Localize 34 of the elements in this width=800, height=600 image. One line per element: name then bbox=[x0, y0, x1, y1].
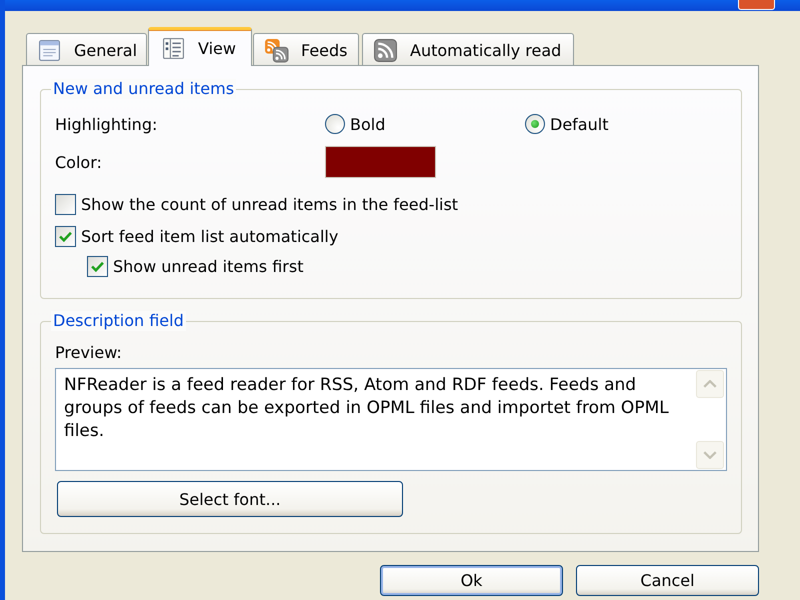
dialog-button[interactable]: Ok bbox=[380, 565, 563, 596]
select-font-button[interactable]: Select font... bbox=[57, 481, 403, 517]
checkmark-icon bbox=[59, 230, 72, 242]
radio-label[interactable]: Bold bbox=[350, 114, 386, 134]
close-button[interactable] bbox=[738, 0, 775, 10]
checkbox[interactable] bbox=[87, 256, 108, 276]
chevron-down-icon bbox=[703, 451, 717, 459]
window-icon bbox=[37, 38, 62, 63]
tab[interactable]: Feeds bbox=[253, 33, 359, 65]
radio-button[interactable] bbox=[525, 114, 545, 134]
checkbox[interactable] bbox=[55, 194, 76, 214]
preview-text: NFReader is a feed reader for RSS, Atom and RDF feeds. Feeds and groups of feeds can be exported in OPML files and importet from OPML files. bbox=[63, 374, 670, 443]
tab[interactable]: Automatically read bbox=[362, 33, 574, 65]
radio-dot-icon bbox=[531, 120, 539, 128]
color-label: Color: bbox=[55, 152, 102, 172]
checkbox-label[interactable]: Show unread items first bbox=[113, 256, 304, 276]
stacked-rss-icon bbox=[264, 38, 289, 63]
radio-button[interactable] bbox=[325, 114, 345, 134]
chevron-up-icon bbox=[703, 380, 717, 388]
checkmark-icon bbox=[91, 260, 104, 272]
checkbox[interactable] bbox=[55, 226, 76, 246]
rss-icon bbox=[373, 38, 398, 63]
tab[interactable]: General bbox=[26, 33, 147, 65]
preview-label: Preview: bbox=[55, 343, 122, 363]
checkbox-label[interactable]: Sort feed item list automatically bbox=[81, 226, 338, 246]
checkbox-label[interactable]: Show the count of unread items in the feed-list bbox=[81, 194, 458, 214]
tab[interactable]: View bbox=[148, 27, 252, 66]
preview-field[interactable]: NFReader is a feed reader for RSS, Atom and RDF feeds. Feeds and groups of feeds can be exported in OPML files and importet from OPML files. bbox=[55, 368, 727, 471]
group-title: Description field bbox=[51, 311, 186, 331]
list-icon bbox=[161, 36, 186, 60]
radio-label[interactable]: Default bbox=[550, 114, 608, 134]
dialog-button[interactable]: Cancel bbox=[576, 565, 759, 596]
color-swatch-icon[interactable] bbox=[325, 146, 436, 178]
highlighting-label: Highlighting: bbox=[55, 114, 158, 134]
